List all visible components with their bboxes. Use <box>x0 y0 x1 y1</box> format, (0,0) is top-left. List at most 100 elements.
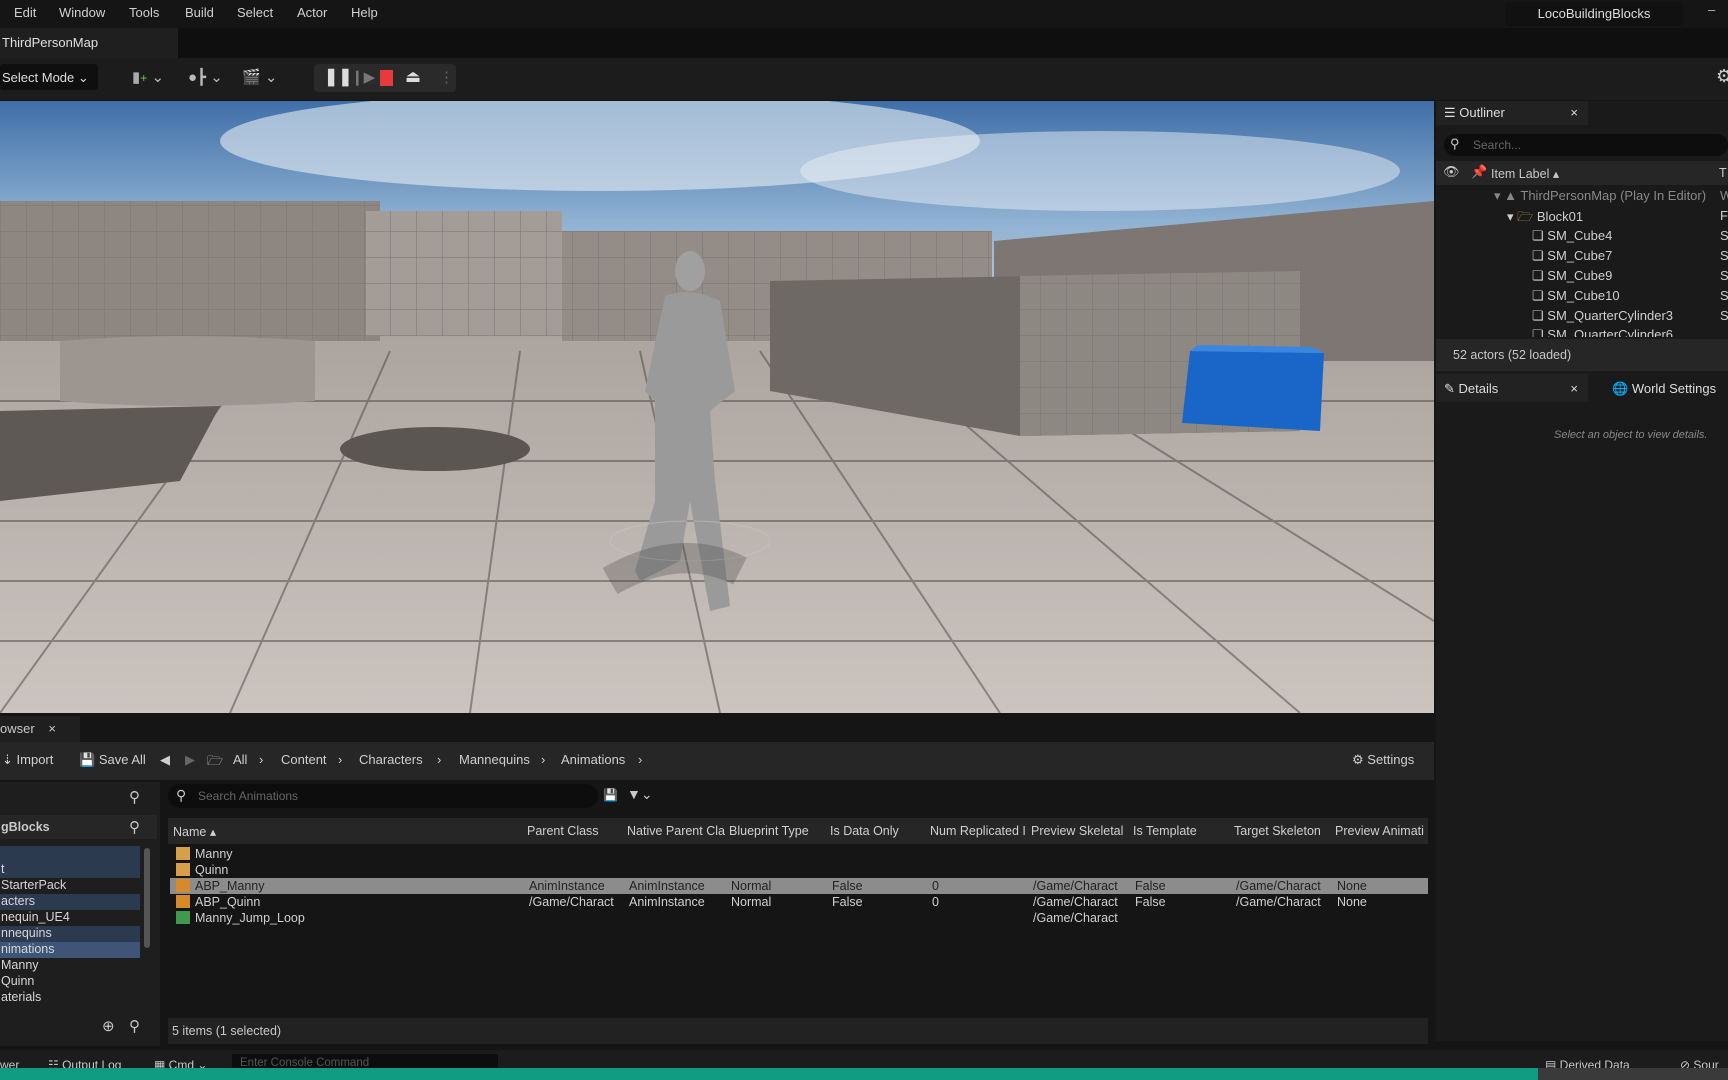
step-frame-button[interactable]: ❙▶ <box>351 68 375 86</box>
column-type[interactable]: T <box>1719 166 1727 180</box>
blueprint-icon[interactable]: ●┣ ⌄ <box>188 68 223 86</box>
breadcrumb-animations[interactable]: Animations <box>561 752 625 767</box>
tree-item[interactable]: nnequins <box>0 926 140 942</box>
column-is-template[interactable]: Is Template <box>1133 824 1231 838</box>
outliner-row[interactable]: ❏ SM_QuarterCylinder6 <box>1532 327 1673 337</box>
cell-7: False <box>1135 879 1166 893</box>
cinematics-icon[interactable]: 🎬 ⌄ <box>242 68 277 86</box>
search-icon: ⚲ <box>1450 136 1460 151</box>
cell-3: Normal <box>731 895 772 909</box>
settings-gear-icon[interactable]: ⚙ <box>1716 66 1728 87</box>
tree-item[interactable]: Quinn <box>0 974 140 990</box>
tab-outliner[interactable]: ☰ Outliner × <box>1436 101 1588 125</box>
search-icon[interactable]: ⚲ <box>129 1017 140 1035</box>
tree-item[interactable] <box>0 846 140 862</box>
chevron-right-icon: › <box>259 752 264 767</box>
breadcrumb-all[interactable]: All <box>233 752 247 767</box>
add-actor-icon[interactable]: ▮+ ⌄ <box>132 68 164 86</box>
tree-item[interactable]: StarterPack <box>0 878 140 894</box>
tab-content-browser[interactable]: owser × <box>0 716 80 742</box>
menu-window[interactable]: Window <box>59 5 105 20</box>
column-preview-animation[interactable]: Preview Animati <box>1335 824 1428 838</box>
video-progress-track[interactable] <box>0 1068 1728 1080</box>
chevron-right-icon: › <box>638 752 643 767</box>
static-mesh-icon: ❏ <box>1532 248 1544 263</box>
more-options-icon[interactable]: ⋮ <box>439 68 454 86</box>
menu-edit[interactable]: Edit <box>14 5 36 20</box>
forward-arrow-icon[interactable]: ▶ <box>185 752 195 768</box>
viewport-scene <box>0 101 1434 713</box>
column-parent-class[interactable]: Parent Class <box>527 824 623 838</box>
pin-icon[interactable]: 📌 <box>1471 164 1487 180</box>
tab-details[interactable]: ✎ Details × <box>1436 374 1588 402</box>
static-mesh-icon: ❏ <box>1532 308 1544 323</box>
save-search-icon[interactable]: 💾 <box>603 788 618 802</box>
close-icon[interactable]: × <box>48 721 56 736</box>
outliner-row[interactable]: ❏ SM_Cube9 <box>1532 268 1612 284</box>
cell-2: AnimInstance <box>629 879 705 893</box>
import-button[interactable]: ⇣ Import <box>2 752 53 768</box>
play-controls: ❚❚ ❙▶ ⏏ ⋮ <box>314 64 456 92</box>
select-mode-dropdown[interactable]: Select Mode ⌄ <box>0 64 98 90</box>
search-icon[interactable]: ⚲ <box>129 788 140 806</box>
column-item-label[interactable]: Item Label ▴ <box>1491 166 1559 181</box>
chevron-right-icon: › <box>541 752 546 767</box>
column-name[interactable]: Name ▴ <box>173 824 523 839</box>
asset-search-input[interactable]: ⚲ Search Animations <box>168 784 598 808</box>
cell-0: Quinn <box>195 863 229 877</box>
video-progress-fill <box>0 1068 1538 1080</box>
static-mesh-icon: ❏ <box>1532 288 1544 303</box>
outliner-row[interactable]: ▾ 🗁 Block01 <box>1507 208 1583 230</box>
tree-item[interactable]: nequin_UE4 <box>0 910 140 926</box>
outliner-row[interactable]: ❏ SM_QuarterCylinder3 <box>1532 308 1673 324</box>
save-all-button[interactable]: 💾 Save All <box>79 752 146 768</box>
column-native-parent-class[interactable]: Native Parent Cla <box>627 824 725 838</box>
pause-button[interactable]: ❚❚ <box>324 67 353 87</box>
back-arrow-icon[interactable]: ◀ <box>160 752 170 768</box>
visibility-eye-icon[interactable]: 👁 <box>1443 164 1460 180</box>
tab-world-settings[interactable]: 🌐 World Settings <box>1604 374 1724 402</box>
anim-blueprint-icon <box>176 879 190 892</box>
breadcrumb-mannequins[interactable]: Mannequins <box>459 752 530 767</box>
cell-8: /Game/Charact <box>1236 879 1321 893</box>
filter-icon[interactable]: ▼⌄ <box>627 786 653 803</box>
menu-build[interactable]: Build <box>185 5 214 20</box>
minimize-button[interactable]: – <box>1708 2 1715 17</box>
tree-item[interactable]: aterials <box>0 990 140 1006</box>
search-icon[interactable]: ⚲ <box>129 818 140 836</box>
outliner-row[interactable]: ❏ SM_Cube10 <box>1532 288 1620 304</box>
menu-help[interactable]: Help <box>351 5 378 20</box>
breadcrumb-characters[interactable]: Characters <box>359 752 423 767</box>
stop-button[interactable] <box>380 70 393 86</box>
add-filter-icon[interactable]: ⊕ <box>102 1017 115 1035</box>
tree-item-selected[interactable]: nimations <box>0 942 140 958</box>
close-icon[interactable]: × <box>1570 105 1578 120</box>
outliner-search[interactable]: ⚲ Search... <box>1444 134 1728 156</box>
tab-thirdpersonmap[interactable]: ThirdPersonMap <box>0 28 178 58</box>
tree-item[interactable]: t <box>0 862 140 878</box>
cell-0: ABP_Manny <box>195 879 265 893</box>
close-icon[interactable]: × <box>1570 381 1578 396</box>
settings-button[interactable]: ⚙ Settings <box>1352 752 1414 768</box>
outliner-row[interactable]: ❏ SM_Cube7 <box>1532 248 1612 264</box>
outliner-row[interactable]: ❏ SM_Cube4 <box>1532 228 1612 244</box>
column-is-data-only[interactable]: Is Data Only <box>830 824 928 838</box>
menu-select[interactable]: Select <box>237 5 273 20</box>
outliner-row[interactable]: ▾ ▲ ThirdPersonMap (Play In Editor) <box>1494 188 1706 204</box>
menu-tools[interactable]: Tools <box>129 5 159 20</box>
eject-button[interactable]: ⏏ <box>405 67 421 87</box>
column-blueprint-type[interactable]: Blueprint Type <box>729 824 827 838</box>
blue-cube <box>1182 351 1324 431</box>
column-target-skeleton[interactable]: Target Skeleton <box>1234 824 1332 838</box>
column-preview-skeletal[interactable]: Preview Skeletal <box>1031 824 1130 838</box>
breadcrumb-content[interactable]: Content <box>281 752 327 767</box>
folder-icon: 🗁 <box>1517 209 1534 224</box>
column-num-replicated[interactable]: Num Replicated I <box>930 824 1029 838</box>
level-viewport[interactable] <box>0 101 1434 713</box>
tree-scrollbar[interactable] <box>144 848 150 948</box>
type-cell: S <box>1720 268 1728 283</box>
tree-item[interactable]: Manny <box>0 958 140 974</box>
menu-actor[interactable]: Actor <box>297 5 327 20</box>
cell-7: False <box>1135 895 1166 909</box>
tree-item[interactable]: acters <box>0 894 140 910</box>
